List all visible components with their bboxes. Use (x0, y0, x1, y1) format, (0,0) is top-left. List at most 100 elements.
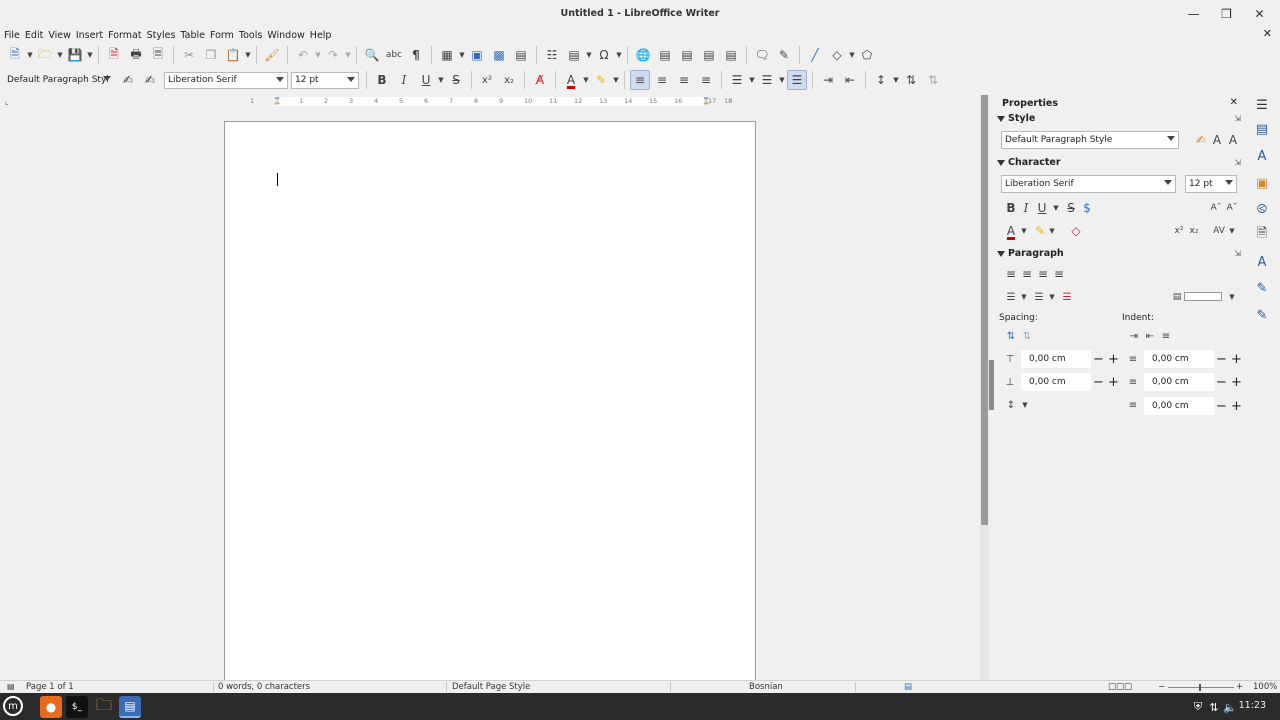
undo-icon[interactable]: ↶ (293, 45, 313, 65)
zoom-slider[interactable] (1168, 687, 1234, 688)
new-style-icon[interactable]: ✍ (140, 70, 160, 90)
table-dropdown-icon[interactable]: ▼ (458, 45, 466, 65)
close-window-icon[interactable]: ✕ (1243, 0, 1276, 27)
footnote-icon[interactable]: ▤ (655, 45, 675, 65)
before-indent-decrease-button[interactable]: − (1214, 352, 1229, 367)
sidebar-font-color-dropdown-icon[interactable]: ▼ (1020, 221, 1028, 241)
sidebar-clear-formatting-icon[interactable]: ◇ (1066, 221, 1086, 241)
first-line-decrease-button[interactable]: − (1214, 399, 1229, 414)
page-style[interactable]: Default Page Style (452, 682, 530, 692)
font-color-dropdown-icon[interactable]: ▼ (582, 70, 590, 90)
highlight-dropdown-icon[interactable]: ▼ (612, 70, 620, 90)
sidebar-subscript-icon[interactable]: x₂ (1184, 221, 1204, 241)
align-left-icon[interactable]: ≡ (630, 70, 650, 90)
basic-shapes-icon[interactable]: ◇ (827, 45, 847, 65)
after-indent-decrease-button[interactable]: − (1214, 375, 1229, 390)
justify-icon[interactable]: ≡ (696, 70, 716, 90)
insert-chart-icon[interactable]: ▩ (489, 45, 509, 65)
sidebar-unordered-list-dropdown-icon[interactable]: ▼ (1020, 287, 1028, 307)
below-spacing-value[interactable]: 0,00 cm (1021, 373, 1091, 391)
underline-icon[interactable]: U (416, 70, 436, 90)
document-page[interactable] (224, 121, 756, 691)
sidebar-ordered-list-dropdown-icon[interactable]: ▼ (1048, 287, 1056, 307)
find-replace-icon[interactable]: 🔍 (362, 45, 382, 65)
ordered-list-icon[interactable]: ☰ (757, 70, 777, 90)
draw-functions-icon[interactable]: ⬠ (857, 45, 877, 65)
sidebar-line-spacing-icon[interactable]: ↕ (1001, 395, 1021, 415)
field-dropdown-icon[interactable]: ▼ (585, 45, 593, 65)
redo-icon[interactable]: ↷ (323, 45, 343, 65)
open-folder-icon[interactable]: 🗁 (35, 45, 55, 65)
decrease-paragraph-spacing-icon[interactable]: ⇅ (923, 70, 943, 90)
insert-table-icon[interactable]: ▦ (437, 45, 457, 65)
sidebar-paragraph-style-combo[interactable]: Default Paragraph Style (1001, 131, 1179, 149)
menu-view[interactable]: View (47, 30, 75, 41)
new-document-icon[interactable]: 🗎 (5, 45, 25, 65)
sidebar-background-color-swatch[interactable] (1184, 292, 1222, 301)
paste-icon[interactable]: 📋 (223, 45, 243, 65)
language[interactable]: Bosnian (749, 682, 783, 692)
update-style-icon[interactable]: ✍ (118, 70, 138, 90)
insert-textbox-icon[interactable]: ▤ (511, 45, 531, 65)
menu-tools[interactable]: Tools (238, 30, 266, 41)
style-section-header[interactable]: Style (997, 113, 1035, 124)
line-spacing-icon[interactable]: ↕ (871, 70, 891, 90)
sidebar-font-color-icon[interactable]: A (1001, 221, 1021, 241)
manage-changes-deck-icon[interactable]: ✎ (1252, 278, 1272, 298)
zoom-in-icon[interactable]: + (1236, 682, 1243, 692)
line-spacing-dropdown-icon[interactable]: ▼ (892, 70, 900, 90)
increase-indent-icon[interactable]: ⇥ (818, 70, 838, 90)
sidebar-font-size-combo[interactable]: 12 pt (1185, 175, 1237, 193)
zoom-slider-thumb[interactable] (1199, 684, 1201, 691)
sidebar-justify-icon[interactable]: ≡ (1049, 264, 1069, 284)
sidebar-unordered-list-icon[interactable]: ☰ (1001, 287, 1021, 307)
paragraph-style-combo[interactable]: Default Paragraph Styl (4, 72, 114, 89)
sidebar-highlight-dropdown-icon[interactable]: ▼ (1048, 221, 1056, 241)
spelling-icon[interactable]: abc (384, 45, 404, 65)
tab-stop-selector-icon[interactable]: ⌞ (5, 97, 9, 106)
navigator-deck-icon[interactable]: ⧀ (1252, 199, 1272, 219)
sidebar-font-name-combo[interactable]: Liberation Serif (1001, 175, 1176, 193)
styles-deck-icon[interactable]: A (1252, 146, 1272, 166)
menu-form[interactable]: Form (209, 30, 238, 41)
sidebar-shadow-icon[interactable]: $ (1077, 198, 1097, 218)
unordered-list-icon[interactable]: ☰ (727, 70, 747, 90)
maximize-icon[interactable]: ❒ (1210, 0, 1243, 27)
properties-deck-icon[interactable]: ▤ (1252, 119, 1272, 139)
design-deck-icon[interactable]: ✎ (1252, 305, 1272, 325)
before-indent-increase-button[interactable]: + (1229, 352, 1244, 367)
sidebar-line-spacing-dropdown-icon[interactable]: ▼ (1021, 395, 1029, 415)
insert-field-icon[interactable]: ▤ (564, 45, 584, 65)
align-center-icon[interactable]: ≡ (652, 70, 672, 90)
below-spacing-decrease-button[interactable]: − (1091, 375, 1106, 390)
sidebar-highlight-icon[interactable]: ✎ (1030, 221, 1050, 241)
hyperlink-icon[interactable]: 🌐 (633, 45, 653, 65)
first-line-increase-button[interactable]: + (1229, 399, 1244, 414)
sidebar-hanging-indent-icon[interactable]: ≡ (1156, 326, 1176, 346)
font-color-icon[interactable]: A (561, 70, 581, 90)
cut-icon[interactable]: ✂ (179, 45, 199, 65)
terminal-icon[interactable]: $_ (66, 696, 88, 718)
writer-taskbar-icon[interactable]: ▤ (119, 696, 141, 718)
strikethrough-icon[interactable]: S (446, 70, 466, 90)
copy-icon[interactable]: ❐ (201, 45, 221, 65)
below-spacing-increase-button[interactable]: + (1106, 375, 1121, 390)
menu-file[interactable]: File (3, 30, 24, 41)
first-line-indent-value[interactable]: 0,00 cm (1144, 397, 1214, 415)
minimize-icon[interactable]: — (1177, 0, 1210, 27)
superscript-icon[interactable]: x² (477, 70, 497, 90)
above-paragraph-spacing-spinner[interactable]: 0,00 cm − + (1021, 350, 1121, 368)
single-page-view-icon[interactable]: □□□ (1108, 682, 1132, 692)
word-count[interactable]: 0 words, 0 characters (218, 682, 310, 692)
sidebar-new-style-icon[interactable]: A (1223, 130, 1243, 150)
comment-icon[interactable]: 🗨 (752, 45, 772, 65)
italic-icon[interactable]: I (394, 70, 414, 90)
unordered-list-dropdown-icon[interactable]: ▼ (748, 70, 756, 90)
first-line-indent-spinner[interactable]: 0,00 cm − + (1144, 397, 1244, 415)
sidebar-background-color-dropdown-icon[interactable]: ▼ (1228, 287, 1236, 307)
decrease-paragraph-spacing-icon[interactable]: ⇅ (1017, 326, 1037, 346)
track-changes-icon[interactable]: ✎ (774, 45, 794, 65)
menu-styles[interactable]: Styles (146, 30, 180, 41)
sidebar-ordered-list-icon[interactable]: ☰ (1029, 287, 1049, 307)
align-right-icon[interactable]: ≡ (674, 70, 694, 90)
